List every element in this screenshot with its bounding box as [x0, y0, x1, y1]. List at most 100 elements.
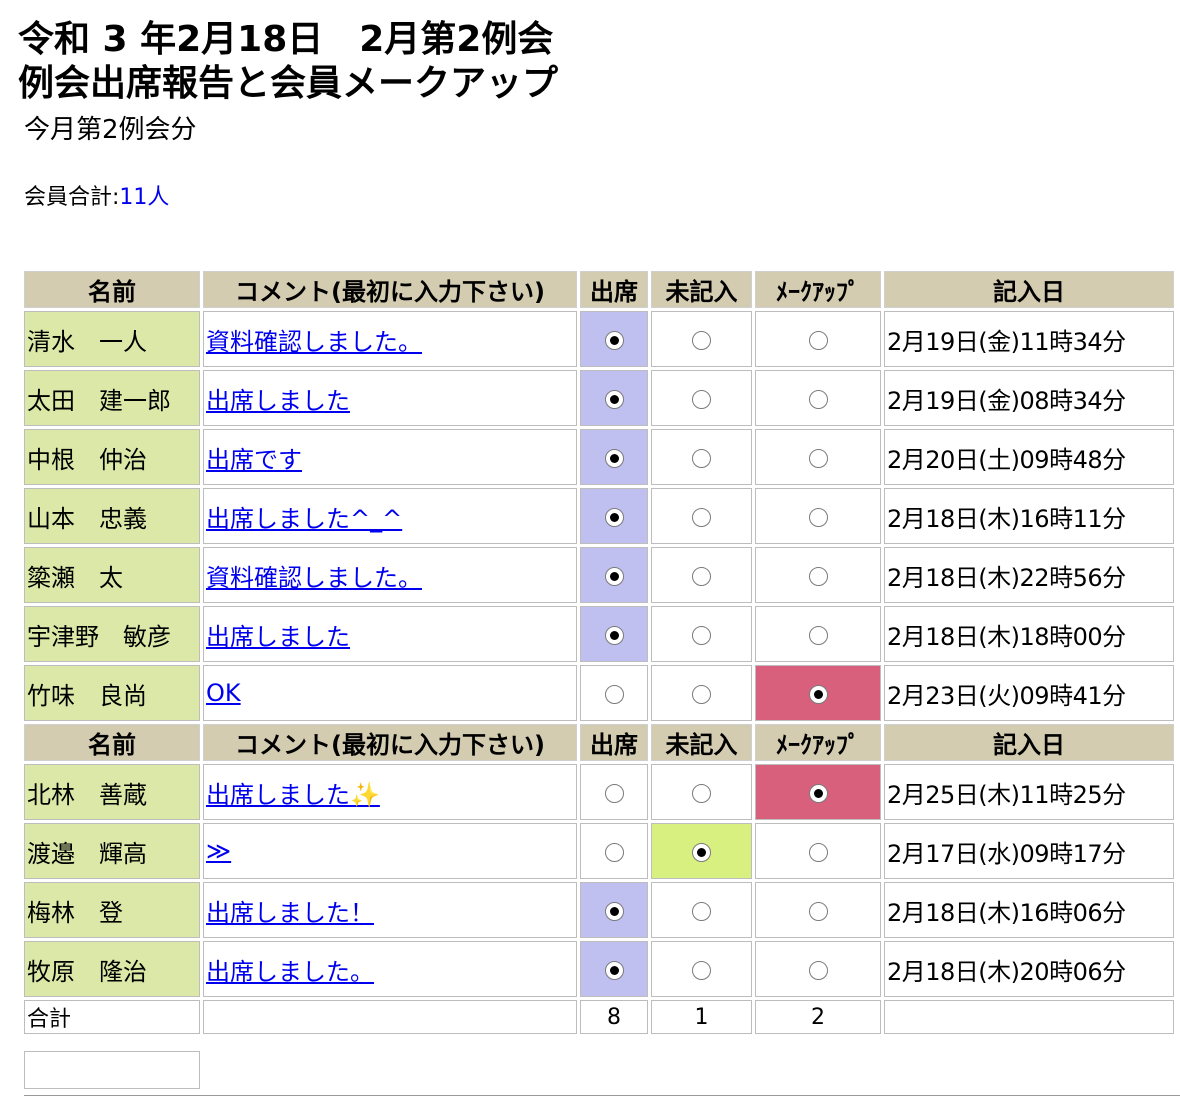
- member-name: 渡邉 輝高: [24, 823, 200, 879]
- unrecorded-radio[interactable]: [692, 389, 711, 409]
- attend-radio[interactable]: [604, 960, 624, 980]
- comment-link[interactable]: 出席しました^_^: [206, 505, 402, 533]
- makeup-cell: [755, 370, 881, 426]
- unrecorded-cell: [651, 764, 752, 820]
- attend-radio[interactable]: [604, 389, 624, 409]
- makeup-radio[interactable]: [808, 625, 828, 645]
- makeup-cell: [755, 665, 881, 721]
- makeup-cell: [755, 882, 881, 938]
- comment-link[interactable]: 出席しました。: [206, 958, 374, 986]
- unrecorded-radio[interactable]: [692, 842, 711, 862]
- comment-link[interactable]: 出席です: [206, 446, 302, 474]
- member-name: 竹味 良尚: [24, 665, 200, 721]
- header-unrecorded: 未記入: [651, 271, 752, 308]
- comment-link[interactable]: 資料確認しました。: [206, 328, 422, 356]
- attend-cell: [580, 764, 648, 820]
- unrecorded-radio[interactable]: [692, 507, 711, 527]
- makeup-radio[interactable]: [808, 783, 828, 803]
- member-total-count: 11人: [119, 185, 170, 210]
- makeup-cell: [755, 764, 881, 820]
- makeup-radio[interactable]: [808, 842, 828, 862]
- unrecorded-cell: [651, 941, 752, 997]
- attend-radio[interactable]: [604, 330, 624, 350]
- unrecorded-cell: [651, 370, 752, 426]
- attend-cell: [580, 941, 648, 997]
- comment-link[interactable]: OK: [206, 679, 241, 707]
- unrecorded-radio[interactable]: [692, 625, 711, 645]
- unrecorded-radio[interactable]: [692, 330, 711, 350]
- makeup-cell: [755, 311, 881, 367]
- table-row: 渡邉 輝高 ≫ 2月17日(水)09時17分: [24, 823, 1174, 879]
- comment-cell: ≫: [203, 823, 577, 879]
- attend-cell: [580, 370, 648, 426]
- comment-link[interactable]: 出席しました: [206, 623, 350, 651]
- entry-date: 2月18日(木)22時56分: [884, 547, 1174, 603]
- makeup-cell: [755, 429, 881, 485]
- unrecorded-cell: [651, 823, 752, 879]
- member-name: 中根 仲治: [24, 429, 200, 485]
- attend-radio[interactable]: [604, 901, 624, 921]
- unrecorded-radio[interactable]: [692, 783, 711, 803]
- header-comment: コメント(最初に入力下さい): [203, 271, 577, 308]
- page-title: 令和 3 年2月18日 2月第2例会: [18, 19, 554, 60]
- comment-cell: 出席しました✨: [203, 764, 577, 820]
- entry-date: 2月18日(木)18時00分: [884, 606, 1174, 662]
- attend-radio[interactable]: [604, 566, 624, 586]
- attend-radio[interactable]: [604, 507, 624, 527]
- makeup-radio[interactable]: [808, 448, 828, 468]
- attend-radio[interactable]: [604, 448, 624, 468]
- entry-date: 2月17日(水)09時17分: [884, 823, 1174, 879]
- makeup-radio[interactable]: [808, 566, 828, 586]
- table-row: 竹味 良尚 OK 2月23日(火)09時41分: [24, 665, 1174, 721]
- comment-link[interactable]: 出席しました: [206, 387, 350, 415]
- entry-date: 2月25日(木)11時25分: [884, 764, 1174, 820]
- makeup-radio[interactable]: [808, 507, 828, 527]
- divider: [24, 1095, 1180, 1096]
- header-date: 記入日: [884, 271, 1174, 308]
- attend-radio[interactable]: [604, 842, 624, 862]
- unrecorded-cell: [651, 488, 752, 544]
- entry-date: 2月23日(火)09時41分: [884, 665, 1174, 721]
- header-unrecorded: 未記入: [651, 724, 752, 761]
- table-row: 簗瀬 太資料確認しました。 2月18日(木)22時56分: [24, 547, 1174, 603]
- attendance-table: 名前 コメント(最初に入力下さい) 出席 未記入 ﾒｰｸｱｯﾌﾟ 記入日 清水 一人 資料確認…: [21, 268, 1177, 1037]
- member-name: 太田 建一郎: [24, 370, 200, 426]
- total-unrecorded: 1: [651, 1000, 752, 1034]
- makeup-radio[interactable]: [808, 684, 828, 704]
- attend-radio[interactable]: [604, 684, 624, 704]
- attend-radio[interactable]: [604, 783, 624, 803]
- member-name: 簗瀬 太: [24, 547, 200, 603]
- unrecorded-cell: [651, 882, 752, 938]
- comment-cell: 資料確認しました。: [203, 311, 577, 367]
- unrecorded-radio[interactable]: [692, 684, 711, 704]
- entry-date: 2月19日(金)11時34分: [884, 311, 1174, 367]
- table-row: 北林 善蔵 出席しました✨ 2月25日(木)11時25分: [24, 764, 1174, 820]
- comment-cell: 出席しました: [203, 370, 577, 426]
- attend-cell: [580, 488, 648, 544]
- makeup-cell: [755, 606, 881, 662]
- comment-cell: 出席しました^_^: [203, 488, 577, 544]
- comment-cell: OK: [203, 665, 577, 721]
- total-attend: 8: [580, 1000, 648, 1034]
- unrecorded-radio[interactable]: [692, 901, 711, 921]
- makeup-radio[interactable]: [808, 389, 828, 409]
- makeup-radio[interactable]: [808, 901, 828, 921]
- page-heading: 例会出席報告と会員メークアップ: [18, 63, 559, 104]
- entry-date: 2月19日(金)08時34分: [884, 370, 1174, 426]
- comment-link[interactable]: 出席しました✨: [206, 781, 380, 809]
- comment-link[interactable]: 資料確認しました。: [206, 564, 422, 592]
- makeup-radio[interactable]: [808, 330, 828, 350]
- comment-link[interactable]: 出席しました！: [206, 899, 374, 927]
- member-name: 梅林 登: [24, 882, 200, 938]
- attend-cell: [580, 606, 648, 662]
- empty-input-box[interactable]: [24, 1051, 200, 1089]
- unrecorded-cell: [651, 311, 752, 367]
- unrecorded-radio[interactable]: [692, 960, 711, 980]
- comment-link[interactable]: ≫: [206, 837, 231, 865]
- unrecorded-radio[interactable]: [692, 566, 711, 586]
- makeup-radio[interactable]: [808, 960, 828, 980]
- table-row: 宇津野 敏彦 出席しました 2月18日(木)18時00分: [24, 606, 1174, 662]
- unrecorded-radio[interactable]: [692, 448, 711, 468]
- header-attend: 出席: [580, 271, 648, 308]
- attend-radio[interactable]: [604, 625, 624, 645]
